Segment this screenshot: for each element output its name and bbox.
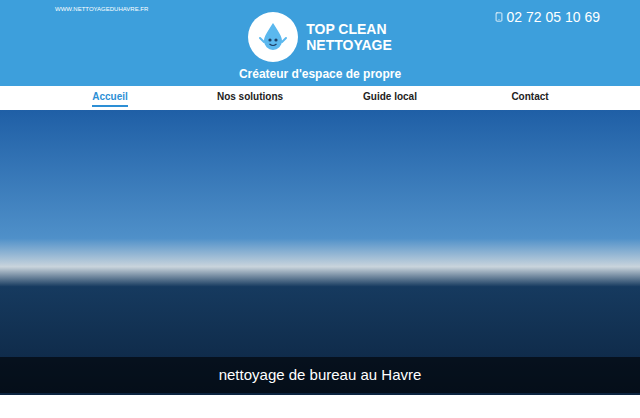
drop-mascot-icon — [256, 20, 290, 54]
page: WWW.NETTOYAGEDUHAVRE.FRTOP CLEANNETTOYAG… — [0, 0, 640, 418]
brand: TOP CLEANNETTOYAGE Créateur d'espace de p… — [200, 0, 440, 86]
phone-icon — [494, 12, 504, 22]
nav-item[interactable]: Guide local — [363, 89, 417, 107]
header: WWW.NETTOYAGEDUHAVRE.FRTOP CLEANNETTOYAG… — [0, 0, 640, 86]
site-url: WWW.NETTOYAGEDUHAVRE.FR — [0, 0, 200, 86]
brand-name: TOP CLEANNETTOYAGE — [306, 21, 392, 53]
nav-item[interactable]: Nos solutions — [217, 89, 283, 107]
phone[interactable]: 02 72 05 10 69 — [440, 0, 640, 86]
nav-item[interactable]: Contact — [511, 89, 548, 107]
nav-item[interactable]: Accueil — [92, 89, 128, 107]
logo[interactable] — [248, 12, 298, 62]
hero-image: nettoyage de bureau au Havre — [0, 110, 640, 395]
hero-caption: nettoyage de bureau au Havre — [0, 357, 640, 393]
tagline: Créateur d'espace de propre — [239, 68, 401, 80]
nav-bar: Accueil Nos solutions Guide local Contact — [0, 86, 640, 110]
